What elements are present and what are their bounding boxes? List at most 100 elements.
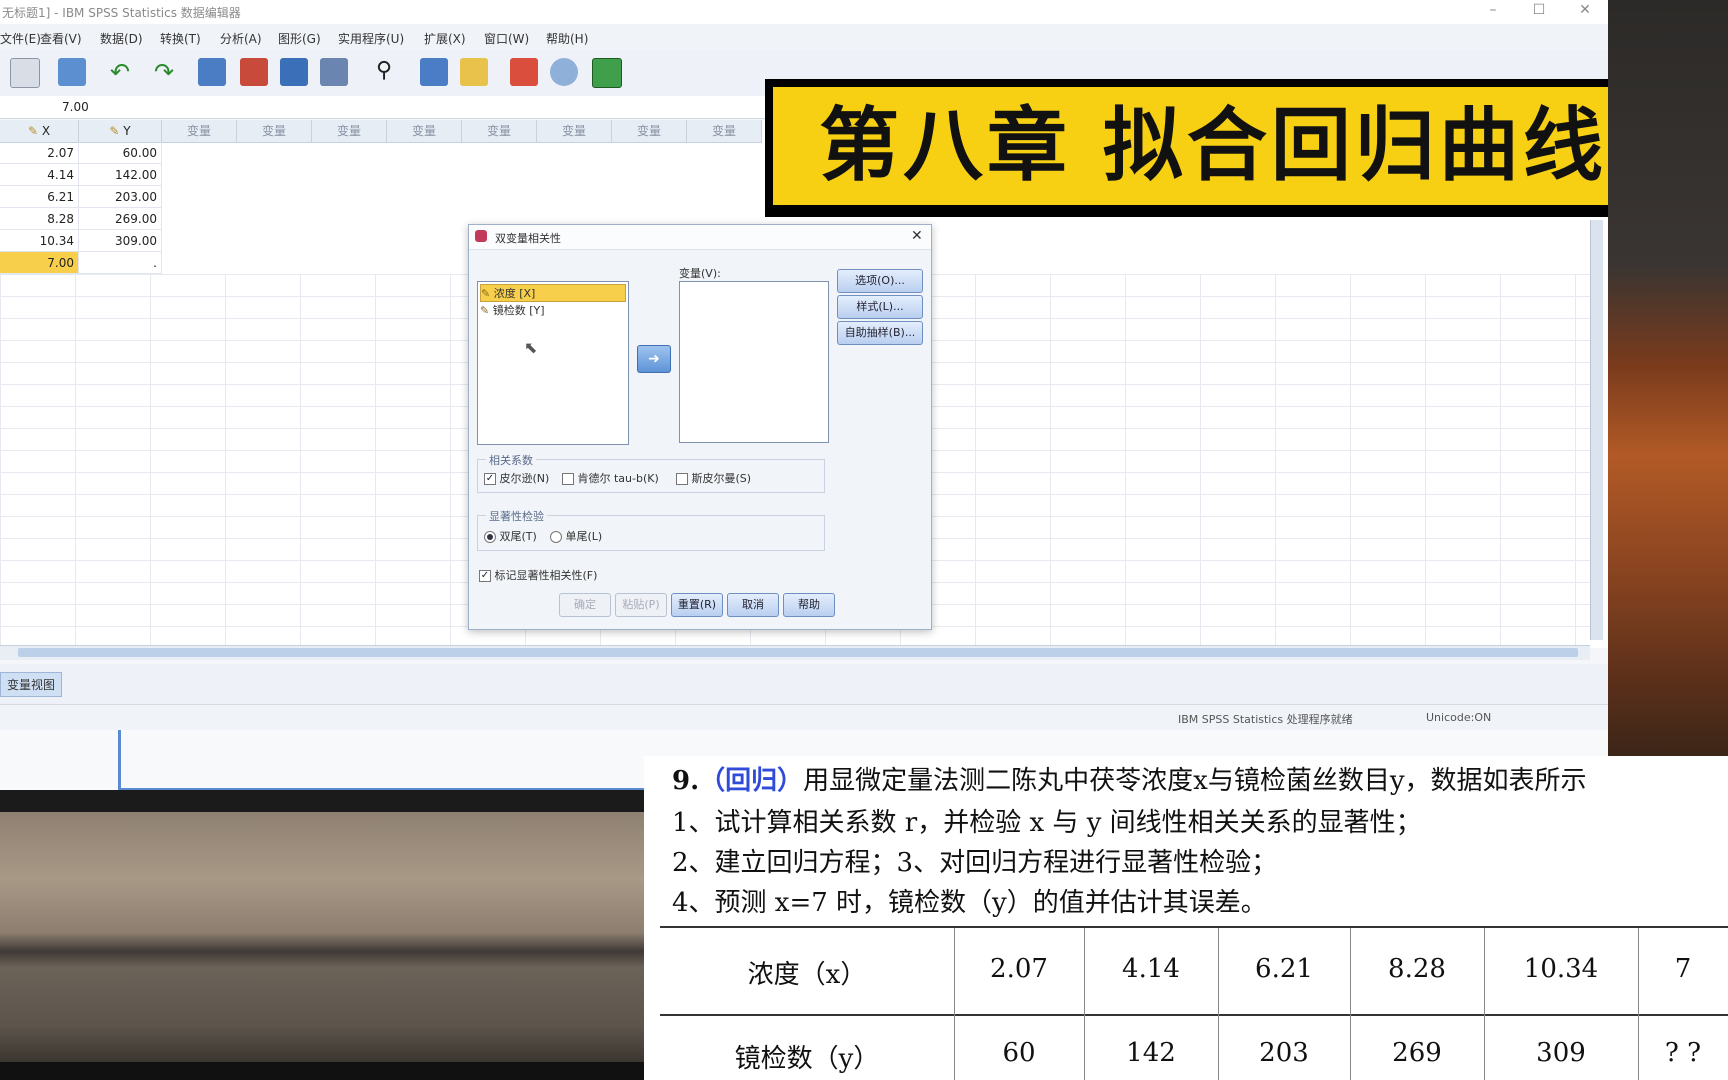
dialog-close-icon[interactable]: ✕ [911, 228, 923, 244]
cancel-button[interactable]: 取消 [727, 593, 779, 617]
run-descriptives-icon[interactable] [320, 58, 348, 86]
data-cell[interactable]: 142.00 [79, 164, 162, 186]
menu-bar: 文件(E) 查看(V) 数据(D) 转换(T) 分析(A) 图形(G) 实用程序… [0, 24, 1608, 51]
menu-analyze[interactable]: 分析(A) [220, 30, 262, 47]
column-header-y[interactable]: ✎ Y [79, 120, 162, 143]
recall-dialog-icon[interactable] [58, 58, 86, 86]
vertical-scrollbar[interactable] [1590, 220, 1603, 640]
webcam-photo [1608, 0, 1728, 760]
find-icon[interactable]: ⚲ [370, 58, 398, 86]
table-cell: 2.07 [990, 954, 1048, 984]
target-variable-list[interactable] [679, 281, 829, 443]
paste-button[interactable]: 粘贴(P) [615, 593, 667, 617]
goto-variable-icon[interactable] [240, 58, 268, 86]
column-header-var[interactable]: 变量 [462, 120, 537, 143]
close-window-button[interactable]: ✕ [1570, 2, 1600, 22]
data-cell[interactable]: 269.00 [79, 208, 162, 230]
data-cell[interactable]: 2.07 [0, 142, 79, 164]
redo-icon[interactable]: ↷ [150, 58, 178, 86]
column-header-var[interactable]: 变量 [312, 120, 387, 143]
data-table: 浓度（x） 2.07 4.14 6.21 8.28 10.34 7 镜检数（y）… [660, 926, 1728, 1080]
tab-variable-view[interactable]: 变量视图 [0, 672, 63, 697]
flag-significant-option[interactable]: ✓ 标记显著性相关性(F) [479, 567, 597, 583]
checkbox-checked-icon[interactable]: ✓ [484, 473, 496, 485]
two-tailed-option[interactable]: 双尾(T) [484, 528, 537, 544]
menu-transform[interactable]: 转换(T) [160, 30, 201, 47]
column-header-var[interactable]: 变量 [537, 120, 612, 143]
menu-graphs[interactable]: 图形(G) [278, 30, 321, 47]
menu-utilities[interactable]: 实用程序(U) [338, 30, 404, 47]
weight-cases-icon[interactable] [550, 58, 578, 86]
value-labels-icon[interactable] [592, 58, 622, 88]
data-cell[interactable]: 10.34 [0, 230, 79, 252]
move-right-arrow-button[interactable]: ➜ [637, 345, 671, 373]
horizontal-scrollbar[interactable] [0, 645, 1590, 660]
spearman-option[interactable]: 斯皮尔曼(S) [676, 470, 751, 486]
minimize-button[interactable]: – [1478, 2, 1508, 22]
table-cell: 10.34 [1523, 954, 1599, 984]
column-header-x[interactable]: ✎ X [0, 120, 79, 143]
data-cell[interactable]: 6.21 [0, 186, 79, 208]
pearson-option[interactable]: ✓ 皮尔逊(N) [484, 470, 549, 486]
checkbox-unchecked-icon[interactable] [562, 473, 574, 485]
variables-icon[interactable] [280, 58, 308, 86]
list-item-x[interactable]: ✎ 浓度 [X] [480, 284, 626, 302]
data-cell[interactable]: 309.00 [79, 230, 162, 252]
help-button[interactable]: 帮助 [783, 593, 835, 617]
insert-cases-icon[interactable] [420, 58, 448, 86]
table-cell: 6.21 [1255, 954, 1313, 984]
radio-selected-icon[interactable] [484, 531, 496, 543]
one-tailed-option[interactable]: 单尾(L) [550, 528, 602, 544]
maximize-button[interactable]: ☐ [1524, 2, 1554, 22]
ok-button[interactable]: 确定 [559, 593, 611, 617]
column-header-var[interactable]: 变量 [237, 120, 312, 143]
significance-group: 显著性检验 双尾(T) 单尾(L) [477, 508, 825, 551]
data-cell[interactable]: . [79, 252, 162, 274]
radio-unselected-icon[interactable] [550, 531, 562, 543]
column-header-var[interactable]: 变量 [687, 120, 762, 143]
menu-extensions[interactable]: 扩展(X) [424, 30, 466, 47]
menu-data[interactable]: 数据(D) [100, 30, 143, 47]
column-header-var[interactable]: 变量 [612, 120, 687, 143]
title-bar: 无标题1] - IBM SPSS Statistics 数据编辑器 – ☐ ✕ [0, 0, 1608, 24]
data-cell[interactable]: 203.00 [79, 186, 162, 208]
checkbox-unchecked-icon[interactable] [676, 473, 688, 485]
problem-line-1: 9.（回归）用显微定量法测二陈丸中茯苓浓度x与镜检菌丝数目y，数据如表所示 [672, 760, 1587, 797]
options-button[interactable]: 选项(O)... [837, 269, 923, 293]
kendall-option[interactable]: 肯德尔 tau-b(K) [562, 470, 659, 486]
row-label-count: 镜检数（y） [734, 1044, 880, 1074]
menu-file[interactable]: 文件(E) [0, 30, 41, 47]
cell-value-display[interactable]: 7.00 [62, 100, 89, 114]
wood-background-photo [0, 812, 644, 1080]
undo-icon[interactable]: ↶ [106, 58, 134, 86]
menu-window[interactable]: 窗口(W) [484, 30, 529, 47]
window-title: 无标题1] - IBM SPSS Statistics 数据编辑器 [2, 6, 241, 20]
checkbox-checked-icon[interactable]: ✓ [479, 570, 491, 582]
data-cell[interactable]: 60.00 [79, 142, 162, 164]
problem-tag: （回归） [699, 766, 804, 796]
data-cell[interactable]: 4.14 [0, 164, 79, 186]
dialog-title: 双变量相关性 [495, 232, 561, 245]
chapter-banner-inner: 第八章 拟合回归曲线 [773, 87, 1653, 205]
scale-variable-icon: ✎ [480, 304, 490, 317]
source-variable-list[interactable]: ✎ 浓度 [X] ✎ 镜检数 [Y] ⬉ [477, 281, 629, 445]
menu-view[interactable]: 查看(V) [40, 30, 82, 47]
menu-help[interactable]: 帮助(H) [546, 30, 588, 47]
goto-case-icon[interactable] [198, 58, 226, 86]
print-icon[interactable] [10, 58, 40, 88]
style-button[interactable]: 样式(L)... [837, 295, 923, 319]
selected-cell[interactable]: 7.00 [0, 252, 79, 274]
table-cell: 203 [1259, 1038, 1309, 1068]
scroll-thumb[interactable] [18, 648, 1578, 657]
problem-line-4: 4、预测 x=7 时，镜检数（y）的值并估计其误差。 [672, 888, 1267, 918]
reset-button[interactable]: 重置(R) [671, 593, 723, 617]
data-cell[interactable]: 8.28 [0, 208, 79, 230]
column-header-var[interactable]: 变量 [387, 120, 462, 143]
insert-variable-icon[interactable] [460, 58, 488, 86]
split-file-icon[interactable] [510, 58, 538, 86]
table-mid-rule [660, 1014, 1728, 1016]
list-item-y[interactable]: ✎ 镜检数 [Y] [480, 302, 624, 318]
target-list-label: 变量(V): [679, 267, 721, 280]
column-header-var[interactable]: 变量 [162, 120, 237, 143]
bootstrap-button[interactable]: 自助抽样(B)... [837, 321, 923, 345]
